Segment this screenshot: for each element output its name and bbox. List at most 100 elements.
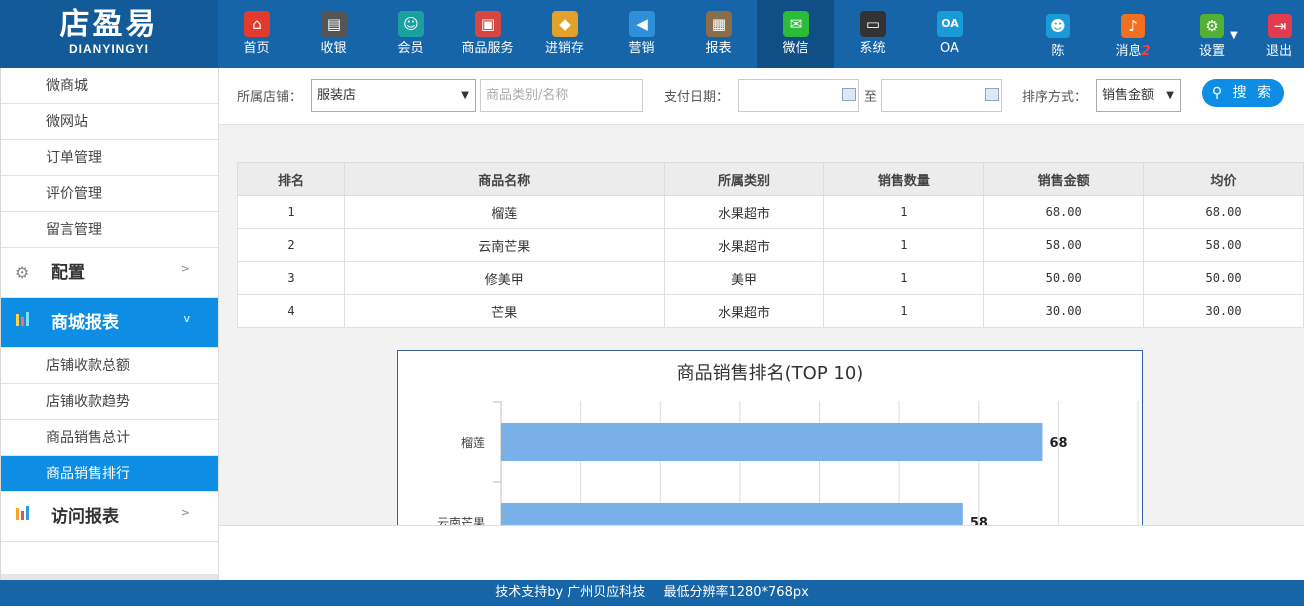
cash-register-icon: ▤ [321, 11, 347, 37]
sidebar-item-sales-ranking[interactable]: 商品销售排行 [1, 456, 218, 492]
goods-icon: ▣ [475, 11, 501, 37]
cell-amount: 30.00 [983, 294, 1145, 328]
sales-ranking-table: 排名 商品名称 所属类别 销售数量 销售金额 均价 1 榴莲 水果超市 1 68… [237, 162, 1304, 328]
nav-marketing-label: 营销 [628, 41, 655, 56]
sidebar-item-reviews[interactable]: 评价管理 [1, 176, 218, 212]
logo-text: 店盈易 [59, 7, 159, 42]
sidebar-item-micro-site[interactable]: 微网站 [1, 104, 218, 140]
filter-bar: 所属店铺： 服装店 ▼ 商品类别/名称 支付日期： 至 排序方式： 销售金额 ▼… [219, 68, 1304, 125]
sidebar-group-config-label: 配置 [51, 263, 85, 283]
chevron-right-icon: > [180, 506, 190, 519]
date-end-input[interactable] [881, 79, 1002, 112]
content-lower-area [219, 525, 1304, 580]
nav-member[interactable]: ☺ 会员 [372, 0, 449, 68]
nav-oa-label: OA [940, 41, 959, 56]
wechat-icon: ✉ [783, 11, 809, 37]
cell-quantity: 1 [823, 195, 985, 229]
sidebar-item-orders[interactable]: 订单管理 [1, 140, 218, 176]
cell-category: 水果超市 [663, 228, 825, 262]
table-row: 2 云南芒果 水果超市 1 58.00 58.00 [237, 228, 1304, 262]
search-button-label: 搜 索 [1232, 85, 1275, 101]
sales-ranking-chart: 商品销售排名(TOP 10) 榴莲 68 云南芒果 58 [397, 350, 1143, 525]
nav-report[interactable]: ▦ 报表 [680, 0, 757, 68]
sidebar-group-visit-report[interactable]: 访问报表 > [1, 492, 218, 542]
chevron-down-icon: ▼ [1230, 30, 1238, 41]
sidebar-group-config[interactable]: ⚙ 配置 > [1, 248, 218, 298]
chart-data-label: 68 [1049, 436, 1067, 451]
nav-cashier-label: 收银 [320, 41, 347, 56]
col-product-name[interactable]: 商品名称 [343, 162, 665, 196]
cell-category: 水果超市 [663, 195, 825, 229]
cell-category: 水果超市 [663, 294, 825, 328]
category-search-placeholder: 商品类别/名称 [486, 88, 569, 103]
marketing-icon: ◀ [629, 11, 655, 37]
sidebar-item-messages[interactable]: 留言管理 [1, 212, 218, 248]
store-label: 所属店铺： [237, 90, 303, 105]
nav-settings[interactable]: ⚙ 设置 ▼ [1178, 0, 1246, 68]
sidebar-item-store-total[interactable]: 店铺收款总额 [1, 348, 218, 384]
table-row: 3 修美甲 美甲 1 50.00 50.00 [237, 261, 1304, 295]
nav-report-label: 报表 [705, 41, 732, 56]
nav-messages-label: 消息2 [1099, 43, 1167, 61]
sidebar-item-micro-mall[interactable]: 微商城 [1, 68, 218, 104]
nav-home[interactable]: ⌂ 首页 [218, 0, 295, 68]
category-search-input[interactable]: 商品类别/名称 [480, 79, 643, 112]
table-header-row: 排名 商品名称 所属类别 销售数量 销售金额 均价 [237, 162, 1304, 196]
calendar-icon [842, 88, 856, 101]
logo: 店盈易 DIANYINGYI [0, 0, 218, 68]
nav-goods[interactable]: ▣ 商品服务 [449, 0, 526, 68]
search-icon: ⚲ [1211, 85, 1226, 101]
nav-marketing[interactable]: ◀ 营销 [603, 0, 680, 68]
sidebar-item-store-trend[interactable]: 店铺收款趋势 [1, 384, 218, 420]
nav-messages[interactable]: ♪ 消息2 [1099, 0, 1167, 68]
search-button[interactable]: ⚲ 搜 索 [1202, 79, 1284, 107]
nav-settings-label: 设置 [1198, 44, 1225, 59]
footer-resolution: 最低分辨率1280*768px [663, 585, 809, 600]
sidebar-group-mall-report[interactable]: 商城报表 v [1, 298, 218, 348]
inventory-icon: ◆ [552, 11, 578, 37]
date-start-input[interactable] [738, 79, 859, 112]
nav-user[interactable]: ☻ 陈 [1024, 0, 1092, 68]
nav-cashier[interactable]: ▤ 收银 [295, 0, 372, 68]
caret-down-icon: ▼ [461, 90, 469, 101]
chart-bar [501, 503, 963, 525]
store-select[interactable]: 服装店 ▼ [311, 79, 476, 112]
col-quantity[interactable]: 销售数量 [823, 162, 985, 196]
logout-icon: ⇥ [1268, 14, 1292, 38]
chart-bar [501, 423, 1043, 461]
sort-label: 排序方式： [1022, 90, 1088, 105]
nav-goods-label: 商品服务 [461, 41, 514, 56]
bell-icon: ♪ [1121, 14, 1145, 38]
sidebar-group-visit-report-label: 访问报表 [51, 507, 119, 527]
nav-inventory[interactable]: ◆ 进销存 [526, 0, 603, 68]
sidebar: 微商城 微网站 订单管理 评价管理 留言管理 ⚙ 配置 > 商城报表 v 店铺收… [0, 68, 219, 580]
nav-system[interactable]: ▭ 系统 [834, 0, 911, 68]
messages-badge: 2 [1141, 44, 1151, 59]
cell-product-name: 云南芒果 [343, 228, 665, 262]
col-rank[interactable]: 排名 [237, 162, 345, 196]
cell-avg-price: 58.00 [1143, 228, 1304, 262]
col-avg-price[interactable]: 均价 [1143, 162, 1304, 196]
col-amount[interactable]: 销售金额 [983, 162, 1145, 196]
oa-icon: OA [937, 11, 963, 37]
nav-wechat[interactable]: ✉ 微信 [757, 0, 834, 68]
nav-logout[interactable]: ⇥ 退出 [1254, 0, 1304, 68]
gear-icon: ⚙ [1200, 14, 1224, 38]
sidebar-item-sales-total[interactable]: 商品销售总计 [1, 420, 218, 456]
report-content: 排名 商品名称 所属类别 销售数量 销售金额 均价 1 榴莲 水果超市 1 68… [219, 125, 1304, 525]
cell-avg-price: 68.00 [1143, 195, 1304, 229]
chart-category-label: 榴莲 [461, 436, 485, 450]
nav-logout-label: 退出 [1265, 44, 1292, 59]
col-category[interactable]: 所属类别 [663, 162, 825, 196]
cell-category: 美甲 [663, 261, 825, 295]
sidebar-group-mall-report-label: 商城报表 [51, 313, 119, 333]
cell-product-name: 榴莲 [343, 195, 665, 229]
cell-rank: 1 [237, 195, 345, 229]
chart-category-label: 云南芒果 [437, 515, 485, 525]
chart-data-label: 58 [970, 516, 988, 525]
nav-oa[interactable]: OA OA [911, 0, 988, 68]
footer-support: 技术支持by 广州贝应科技 [495, 585, 646, 600]
sort-select[interactable]: 销售金额 ▼ [1096, 79, 1181, 112]
messages-text: 消息 [1115, 44, 1142, 59]
calendar-icon [985, 88, 999, 101]
